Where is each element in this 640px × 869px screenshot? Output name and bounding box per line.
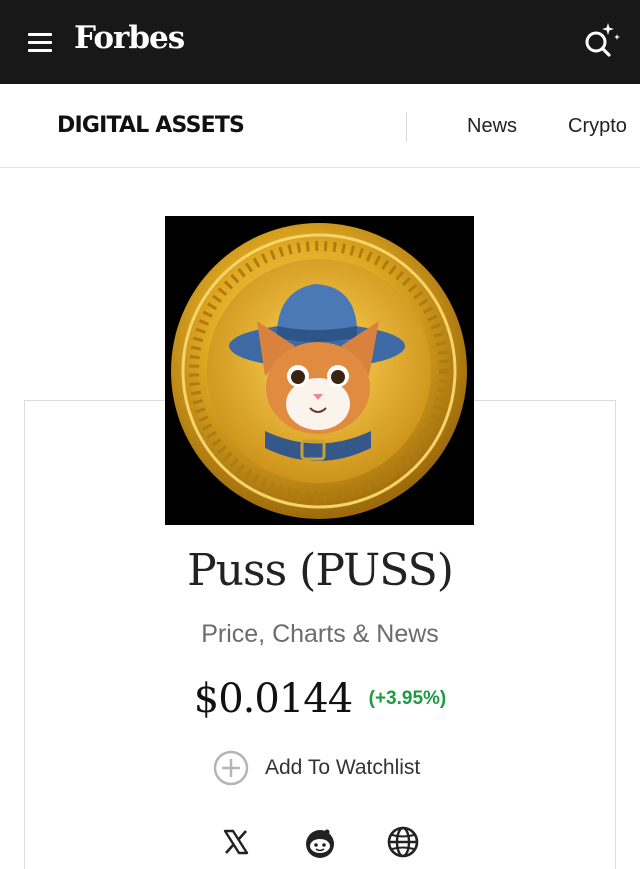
coin-name: Puss (PUSS) [187,545,454,596]
search-icon[interactable] [578,18,624,64]
coin-price: $0.0144 [193,676,353,722]
top-bar: Forbes [0,0,640,84]
watchlist-label: Add To Watchlist [265,756,421,779]
globe-icon[interactable] [385,824,421,860]
section-title[interactable]: DIGITAL ASSETS [57,113,245,138]
reddit-icon[interactable] [302,824,338,860]
coin-subtitle: Price, Charts & News [201,620,439,648]
x-icon[interactable] [218,824,254,860]
nav-link-crypto[interactable]: Crypto [568,115,627,138]
social-links [0,824,640,864]
plus-circle-icon [213,750,249,786]
price-change: (+3.95%) [368,688,447,709]
price-row: $0.0144 (+3.95%) [0,676,640,722]
nav-link-news[interactable]: News [467,115,517,138]
nav-divider [406,112,407,142]
add-to-watchlist-button[interactable]: Add To Watchlist [213,749,420,787]
sub-navigation: DIGITAL ASSETS News Crypto [0,84,640,168]
hamburger-menu-icon[interactable] [28,33,52,52]
puss-coin-logo [165,216,474,525]
forbes-logo[interactable]: Forbes [74,20,185,56]
